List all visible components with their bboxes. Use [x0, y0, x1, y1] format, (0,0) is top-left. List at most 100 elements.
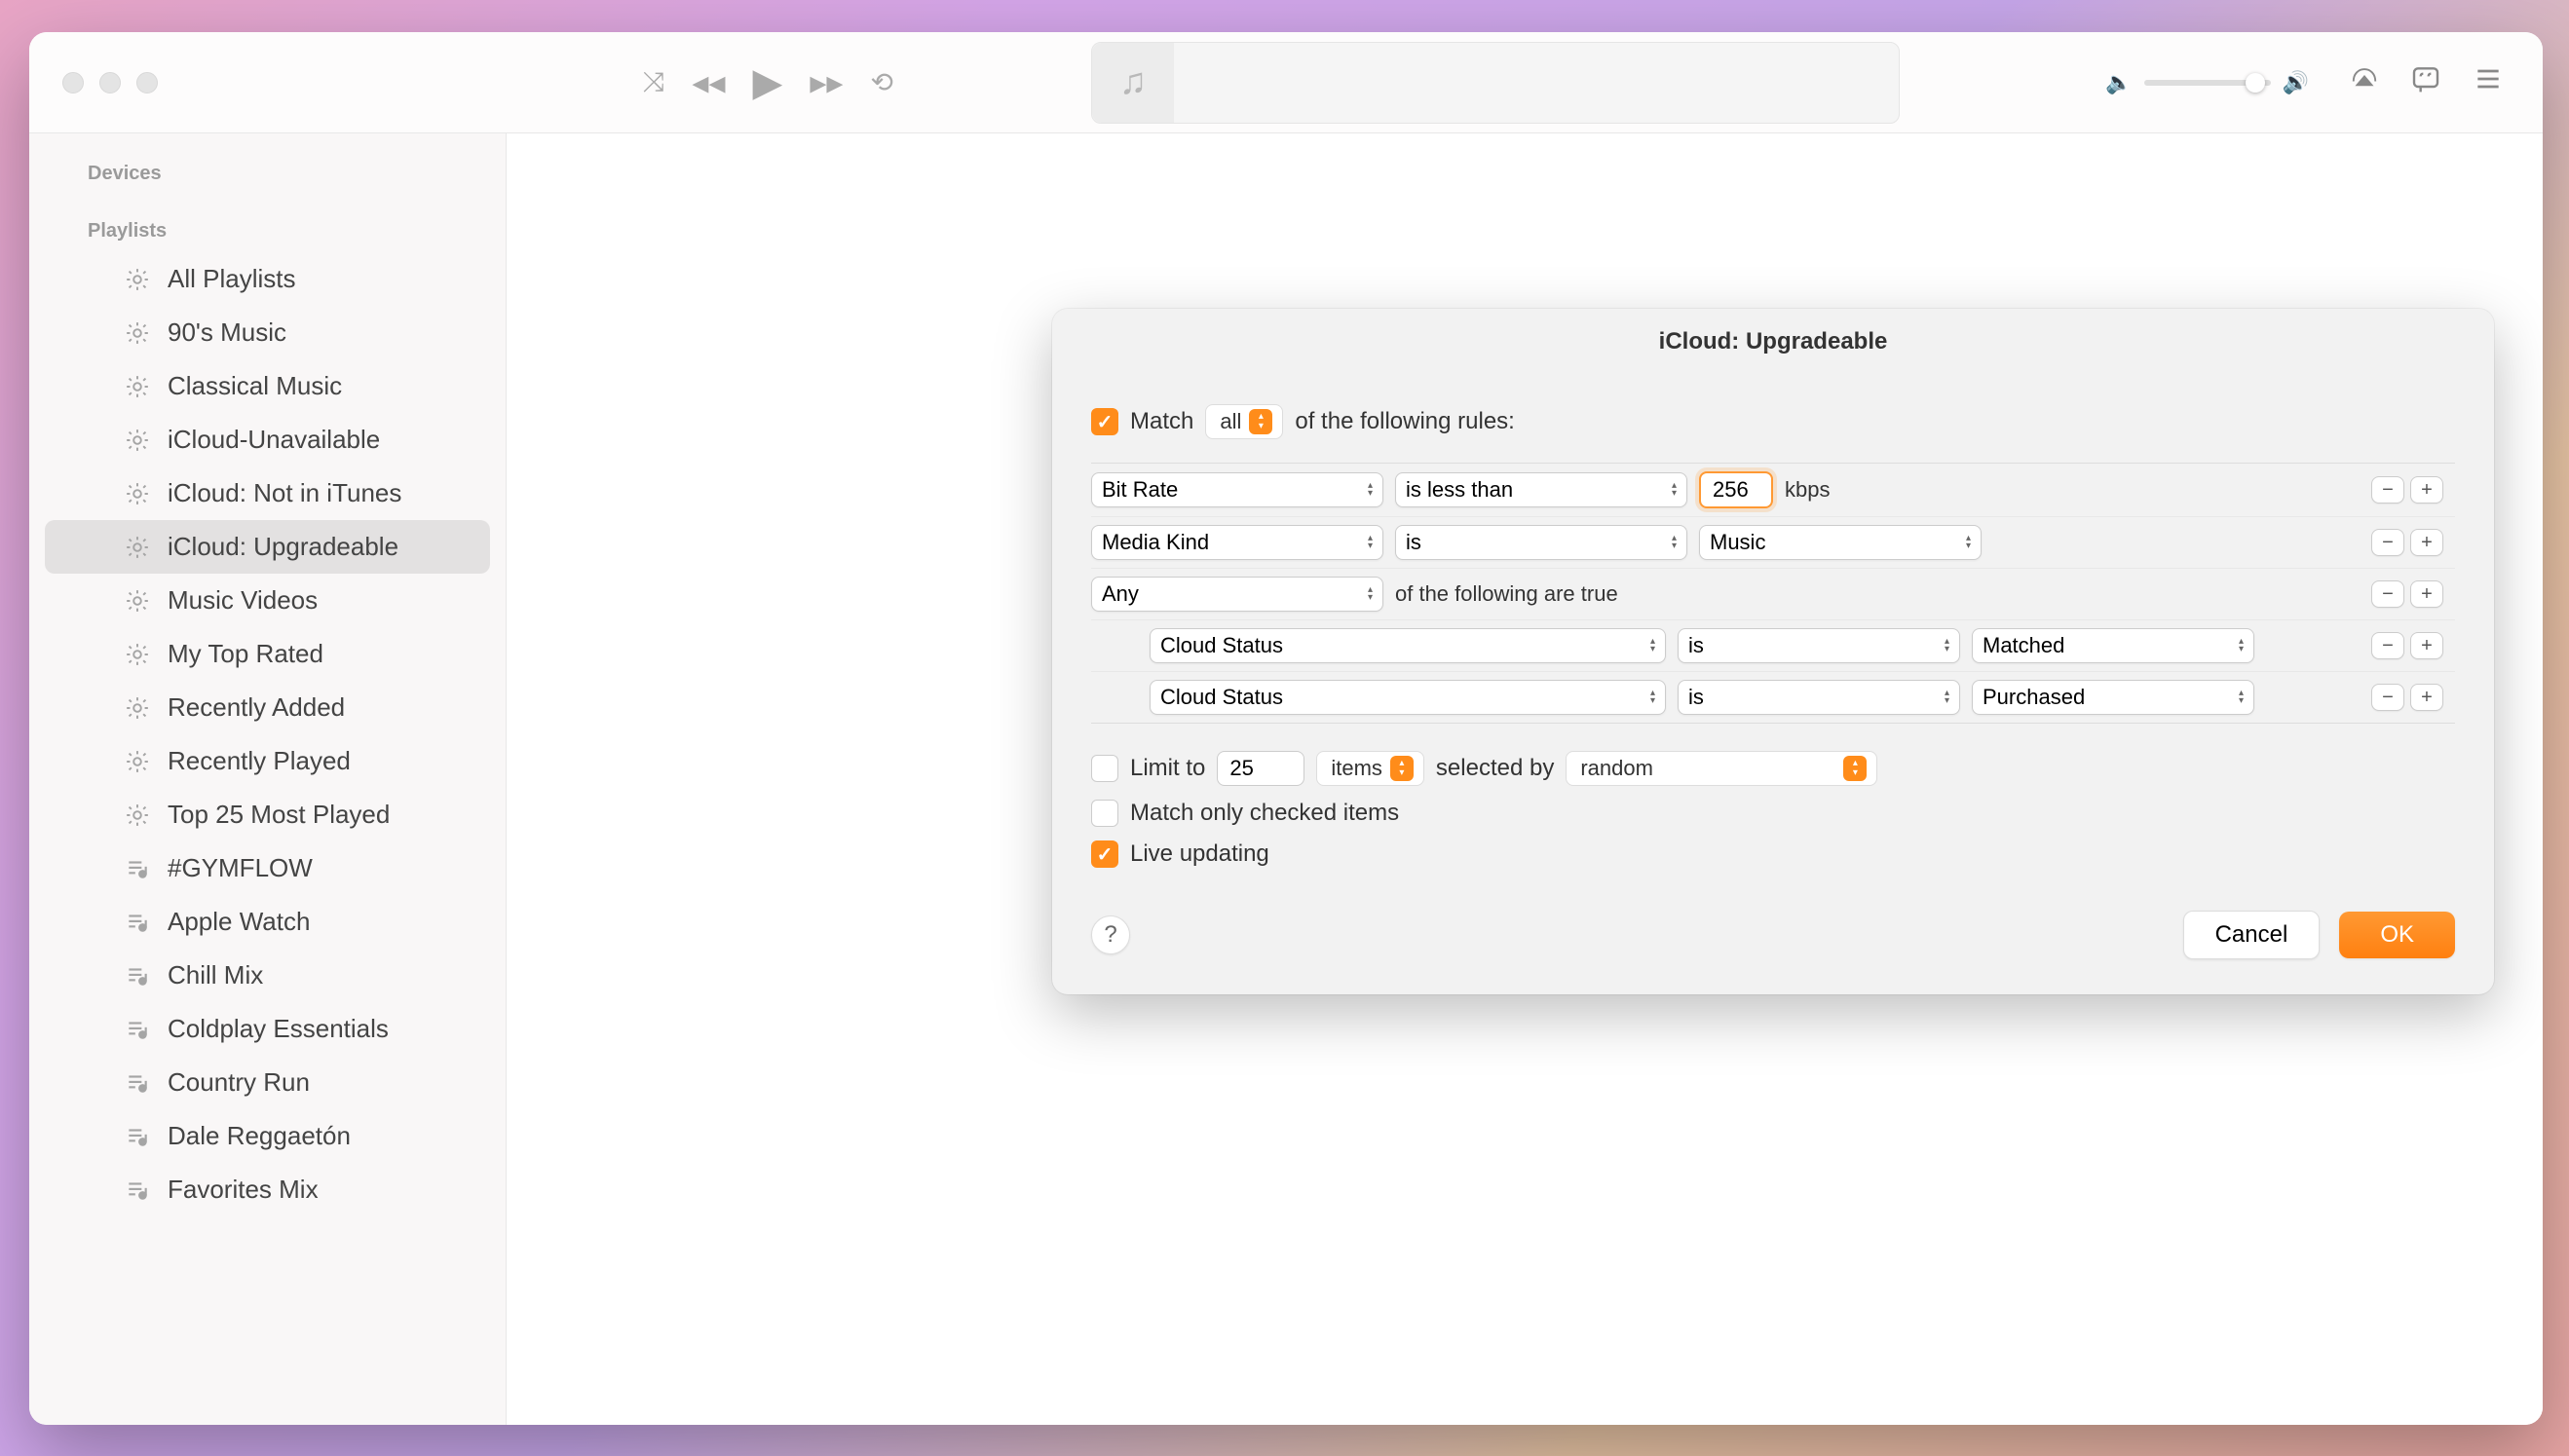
sidebar-item[interactable]: Classical Music	[45, 359, 490, 413]
rule-buttons: − +	[2371, 684, 2443, 711]
add-rule-button[interactable]: +	[2410, 476, 2443, 504]
now-playing-display: ♫	[1091, 42, 1900, 124]
dialog-footer: ? Cancel OK	[1052, 881, 2494, 994]
chevron-updown-icon: ▴▾	[2239, 690, 2244, 705]
lcd-artwork-placeholder: ♫	[1092, 43, 1174, 123]
sidebar-item[interactable]: iCloud-Unavailable	[45, 413, 490, 467]
limit-row: Limit to items ▴▾ selected by random ▴▾	[1091, 751, 2455, 786]
sidebar-item[interactable]: 90's Music	[45, 306, 490, 359]
help-button[interactable]: ?	[1091, 915, 1130, 954]
live-updating-row: Live updating	[1091, 840, 2455, 868]
rule-op-value: is	[1406, 530, 1421, 555]
remove-rule-button[interactable]: −	[2371, 529, 2404, 556]
sidebar-item-label: iCloud: Upgradeable	[168, 532, 398, 562]
sidebar-item[interactable]: My Top Rated	[45, 627, 490, 681]
smart-playlist-dialog: iCloud: Upgradeable Match all ▴▾ of the …	[1052, 309, 2494, 994]
rule-value-select[interactable]: Purchased ▴▾	[1972, 680, 2254, 715]
next-track-icon[interactable]: ▸▸	[810, 63, 843, 102]
gear-icon	[123, 642, 152, 667]
add-rule-button[interactable]: +	[2410, 580, 2443, 608]
airplay-icon[interactable]	[2350, 64, 2379, 101]
sidebar-header-playlists: Playlists	[29, 210, 506, 252]
selected-by-select[interactable]: random ▴▾	[1566, 751, 1877, 786]
playlist-icon	[123, 1177, 152, 1203]
rule-field-select[interactable]: Cloud Status ▴▾	[1150, 680, 1666, 715]
queue-icon[interactable]	[2473, 63, 2504, 102]
match-only-checkbox[interactable]	[1091, 800, 1118, 827]
lyrics-icon[interactable]	[2410, 63, 2441, 102]
sidebar-item-label: #GYMFLOW	[168, 853, 313, 883]
volume-thumb[interactable]	[2246, 73, 2265, 93]
remove-rule-button[interactable]: −	[2371, 684, 2404, 711]
rule-op-select[interactable]: is ▴▾	[1678, 680, 1960, 715]
add-rule-button[interactable]: +	[2410, 529, 2443, 556]
sidebar-item[interactable]: Music Videos	[45, 574, 490, 627]
match-mode-select[interactable]: all ▴▾	[1205, 404, 1283, 439]
limit-value-input[interactable]	[1217, 751, 1304, 786]
sidebar-item[interactable]: Recently Played	[45, 734, 490, 788]
help-icon: ?	[1104, 921, 1116, 949]
close-window-button[interactable]	[62, 72, 84, 93]
rule-value-select[interactable]: Matched ▴▾	[1972, 628, 2254, 663]
rule-row-nested: Cloud Status ▴▾ is ▴▾ Purchased ▴▾	[1091, 672, 2455, 723]
rule-field-select[interactable]: Bit Rate ▴▾	[1091, 472, 1383, 507]
sidebar-item[interactable]: Apple Watch	[45, 895, 490, 949]
play-icon[interactable]: ▶	[753, 60, 783, 105]
add-rule-button[interactable]: +	[2410, 632, 2443, 659]
sidebar-item[interactable]: Recently Added	[45, 681, 490, 734]
repeat-icon[interactable]: ⟲	[870, 66, 892, 98]
shuffle-icon[interactable]: ⤨	[643, 66, 664, 98]
gear-icon	[123, 695, 152, 721]
cancel-button[interactable]: Cancel	[2183, 911, 2321, 959]
volume-slider[interactable]	[2144, 80, 2271, 86]
sidebar-item-label: My Top Rated	[168, 639, 323, 669]
rule-value-input[interactable]	[1699, 471, 1773, 508]
sidebar-item[interactable]: All Playlists	[45, 252, 490, 306]
selected-by-value: random	[1580, 756, 1653, 781]
rule-op-select[interactable]: is less than ▴▾	[1395, 472, 1687, 507]
rule-field-select[interactable]: Any ▴▾	[1091, 577, 1383, 612]
sidebar-item[interactable]: iCloud: Upgradeable	[45, 520, 490, 574]
rule-op-select[interactable]: is ▴▾	[1395, 525, 1687, 560]
gear-icon	[123, 267, 152, 292]
playlist-icon	[123, 856, 152, 881]
rule-row: Bit Rate ▴▾ is less than ▴▾ kbps	[1091, 464, 2455, 517]
rule-field-select[interactable]: Cloud Status ▴▾	[1150, 628, 1666, 663]
sidebar-item[interactable]: Dale Reggaetón	[45, 1109, 490, 1163]
sidebar-item[interactable]: #GYMFLOW	[45, 841, 490, 895]
rule-op-value: is	[1688, 633, 1704, 658]
minimize-window-button[interactable]	[99, 72, 121, 93]
sidebar-item[interactable]: Chill Mix	[45, 949, 490, 1002]
rule-field-select[interactable]: Media Kind ▴▾	[1091, 525, 1383, 560]
sidebar-item[interactable]: Coldplay Essentials	[45, 1002, 490, 1056]
chevron-updown-icon: ▴▾	[1368, 586, 1373, 602]
sidebar-item[interactable]: iCloud: Not in iTunes	[45, 467, 490, 520]
rule-op-select[interactable]: is ▴▾	[1678, 628, 1960, 663]
playlist-icon	[123, 963, 152, 989]
sidebar-item[interactable]: Favorites Mix	[45, 1163, 490, 1216]
add-rule-button[interactable]: +	[2410, 684, 2443, 711]
sidebar-item-label: Country Run	[168, 1067, 310, 1098]
match-label: Match	[1130, 408, 1193, 435]
rule-buttons: − +	[2371, 529, 2443, 556]
sidebar-item[interactable]: Top 25 Most Played	[45, 788, 490, 841]
limit-unit-select[interactable]: items ▴▾	[1316, 751, 1424, 786]
maximize-window-button[interactable]	[136, 72, 158, 93]
rule-row-group: Any ▴▾ of the following are true − +	[1091, 569, 2455, 620]
previous-track-icon[interactable]: ◂◂	[692, 63, 725, 102]
remove-rule-button[interactable]: −	[2371, 580, 2404, 608]
sidebar-item[interactable]: Country Run	[45, 1056, 490, 1109]
match-checkbox[interactable]	[1091, 408, 1118, 435]
content-area: ••• iCloud: Upgradeable Match all ▴▾ of	[507, 133, 2543, 1425]
live-updating-checkbox[interactable]	[1091, 840, 1118, 868]
ok-button[interactable]: OK	[2339, 912, 2455, 958]
chevron-updown-icon: ▴▾	[2239, 638, 2244, 653]
remove-rule-button[interactable]: −	[2371, 476, 2404, 504]
limit-checkbox[interactable]	[1091, 755, 1118, 782]
playlist-icon	[123, 910, 152, 935]
rule-field-value: Any	[1102, 581, 1139, 607]
remove-rule-button[interactable]: −	[2371, 632, 2404, 659]
rule-value-select[interactable]: Music ▴▾	[1699, 525, 1982, 560]
rule-unit-label: kbps	[1785, 477, 1830, 503]
volume-min-icon: 🔈	[2105, 70, 2132, 95]
